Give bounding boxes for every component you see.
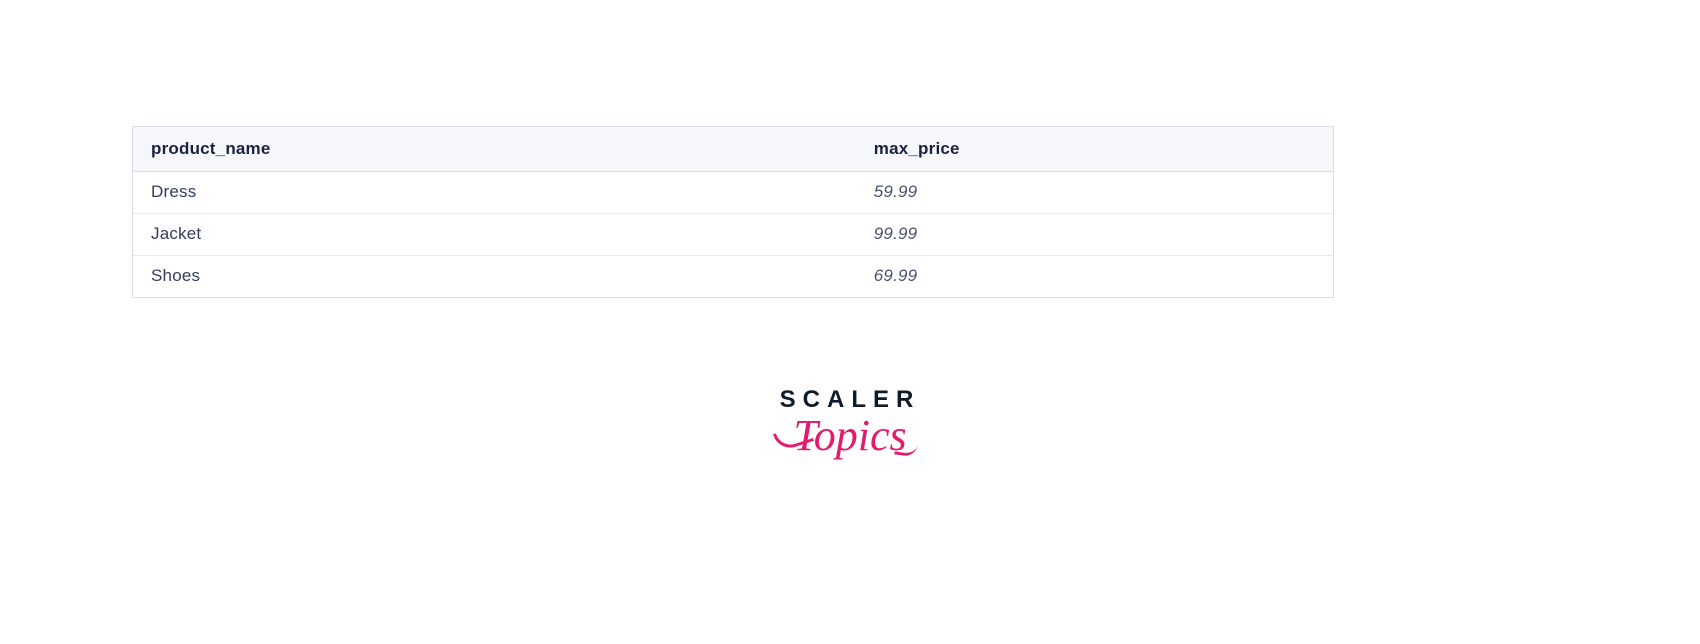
table-row: Shoes 69.99: [133, 255, 1333, 297]
table: product_name max_price Dress 59.99 Jacke…: [133, 127, 1333, 297]
page: product_name max_price Dress 59.99 Jacke…: [0, 0, 1700, 644]
cell-product-name: Dress: [133, 171, 856, 213]
logo-line-topics: Topics: [793, 414, 906, 458]
table-row: Dress 59.99: [133, 171, 1333, 213]
col-header-product-name: product_name: [133, 127, 856, 171]
cell-product-name: Shoes: [133, 255, 856, 297]
table-row: Jacket 99.99: [133, 213, 1333, 255]
result-table: product_name max_price Dress 59.99 Jacke…: [132, 126, 1334, 298]
cell-max-price: 59.99: [856, 171, 1333, 213]
logo-line-scaler: SCALER: [780, 388, 921, 412]
cell-max-price: 99.99: [856, 213, 1333, 255]
scaler-topics-logo: SCALER Topics: [0, 388, 1700, 466]
cell-product-name: Jacket: [133, 213, 856, 255]
cell-max-price: 69.99: [856, 255, 1333, 297]
logo-line-topics-wrap: Topics: [0, 414, 1700, 466]
table-header-row: product_name max_price: [133, 127, 1333, 171]
col-header-max-price: max_price: [856, 127, 1333, 171]
